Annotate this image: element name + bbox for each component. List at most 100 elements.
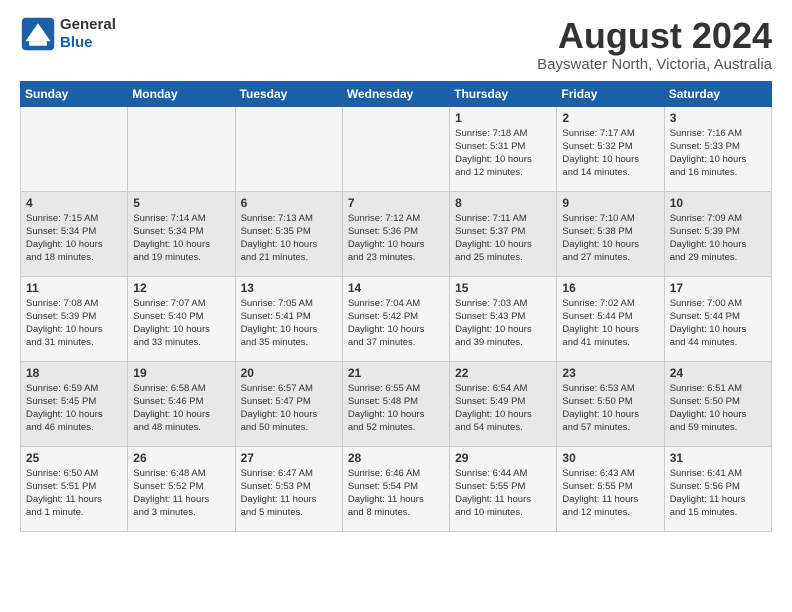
day-info: Sunrise: 7:03 AM Sunset: 5:43 PM Dayligh… — [455, 297, 551, 350]
logo-icon — [20, 16, 56, 52]
day-info: Sunrise: 7:08 AM Sunset: 5:39 PM Dayligh… — [26, 297, 122, 350]
calendar-cell: 9Sunrise: 7:10 AM Sunset: 5:38 PM Daylig… — [557, 191, 664, 276]
calendar-cell — [342, 106, 449, 191]
day-info: Sunrise: 7:13 AM Sunset: 5:35 PM Dayligh… — [241, 212, 337, 265]
title-area: August 2024 Bayswater North, Victoria, A… — [537, 16, 772, 73]
day-number: 19 — [133, 366, 229, 380]
calendar-cell: 22 Sunrise: 6:54 AM Sunset: 5:49 PM Dayli… — [450, 361, 557, 446]
calendar-cell: 1Sunrise: 7:18 AM Sunset: 5:31 PM Daylig… — [450, 106, 557, 191]
day-info: Sunrise: 7:18 AM Sunset: 5:31 PM Dayligh… — [455, 127, 551, 180]
day-info: Sunrise: 7:11 AM Sunset: 5:37 PM Dayligh… — [455, 212, 551, 265]
day-number: 15 — [455, 281, 551, 295]
calendar-cell: 5 Sunrise: 7:14 AM Sunset: 5:34 PM Daylig… — [128, 191, 235, 276]
day-info: Sunrise: 6:53 AM Sunset: 5:50 PM Dayligh… — [562, 382, 658, 435]
weekday-header-friday: Friday — [557, 81, 664, 106]
day-info: Sunrise: 7:00 AM Sunset: 5:44 PM Dayligh… — [670, 297, 766, 350]
day-info: Sunrise: 6:59 AM Sunset: 5:45 PM Dayligh… — [26, 382, 122, 435]
weekday-header-thursday: Thursday — [450, 81, 557, 106]
calendar-cell: 6 Sunrise: 7:13 AM Sunset: 5:35 PM Daylig… — [235, 191, 342, 276]
day-number: 31 — [670, 451, 766, 465]
day-number: 14 — [348, 281, 444, 295]
calendar-cell: 29 Sunrise: 6:44 AM Sunset: 5:55 PM Dayli… — [450, 446, 557, 531]
logo-text: General Blue — [60, 16, 116, 52]
calendar-week-2: 4 Sunrise: 7:15 AM Sunset: 5:34 PM Daylig… — [21, 191, 772, 276]
calendar-cell: 7 Sunrise: 7:12 AM Sunset: 5:36 PM Daylig… — [342, 191, 449, 276]
day-info: Sunrise: 6:55 AM Sunset: 5:48 PM Dayligh… — [348, 382, 444, 435]
calendar-cell: 31 Sunrise: 6:41 AM Sunset: 5:56 PM Dayli… — [664, 446, 771, 531]
calendar-week-3: 11 Sunrise: 7:08 AM Sunset: 5:39 PM Dayli… — [21, 276, 772, 361]
day-number: 23 — [562, 366, 658, 380]
day-info: Sunrise: 6:47 AM Sunset: 5:53 PM Dayligh… — [241, 467, 337, 520]
calendar-cell: 28Sunrise: 6:46 AM Sunset: 5:54 PM Dayli… — [342, 446, 449, 531]
day-info: Sunrise: 6:54 AM Sunset: 5:49 PM Dayligh… — [455, 382, 551, 435]
calendar-cell: 4 Sunrise: 7:15 AM Sunset: 5:34 PM Daylig… — [21, 191, 128, 276]
calendar-cell: 2Sunrise: 7:17 AM Sunset: 5:32 PM Daylig… — [557, 106, 664, 191]
calendar-week-1: 1Sunrise: 7:18 AM Sunset: 5:31 PM Daylig… — [21, 106, 772, 191]
day-number: 17 — [670, 281, 766, 295]
day-info: Sunrise: 7:04 AM Sunset: 5:42 PM Dayligh… — [348, 297, 444, 350]
day-info: Sunrise: 7:02 AM Sunset: 5:44 PM Dayligh… — [562, 297, 658, 350]
calendar-cell: 14 Sunrise: 7:04 AM Sunset: 5:42 PM Dayli… — [342, 276, 449, 361]
day-number: 9 — [562, 196, 658, 210]
day-number: 12 — [133, 281, 229, 295]
day-number: 20 — [241, 366, 337, 380]
day-info: Sunrise: 7:16 AM Sunset: 5:33 PM Dayligh… — [670, 127, 766, 180]
calendar-cell: 3Sunrise: 7:16 AM Sunset: 5:33 PM Daylig… — [664, 106, 771, 191]
day-info: Sunrise: 7:09 AM Sunset: 5:39 PM Dayligh… — [670, 212, 766, 265]
calendar-cell: 8 Sunrise: 7:11 AM Sunset: 5:37 PM Daylig… — [450, 191, 557, 276]
logo: General Blue — [20, 16, 116, 52]
day-info: Sunrise: 7:05 AM Sunset: 5:41 PM Dayligh… — [241, 297, 337, 350]
location-title: Bayswater North, Victoria, Australia — [537, 56, 772, 73]
day-number: 10 — [670, 196, 766, 210]
day-info: Sunrise: 7:15 AM Sunset: 5:34 PM Dayligh… — [26, 212, 122, 265]
day-info: Sunrise: 7:14 AM Sunset: 5:34 PM Dayligh… — [133, 212, 229, 265]
calendar-cell: 25 Sunrise: 6:50 AM Sunset: 5:51 PM Dayli… — [21, 446, 128, 531]
calendar-week-4: 18 Sunrise: 6:59 AM Sunset: 5:45 PM Dayli… — [21, 361, 772, 446]
calendar-cell — [235, 106, 342, 191]
day-number: 24 — [670, 366, 766, 380]
calendar-cell: 20 Sunrise: 6:57 AM Sunset: 5:47 PM Dayli… — [235, 361, 342, 446]
day-number: 7 — [348, 196, 444, 210]
weekday-header-sunday: Sunday — [21, 81, 128, 106]
day-info: Sunrise: 7:07 AM Sunset: 5:40 PM Dayligh… — [133, 297, 229, 350]
day-info: Sunrise: 6:50 AM Sunset: 5:51 PM Dayligh… — [26, 467, 122, 520]
day-info: Sunrise: 7:12 AM Sunset: 5:36 PM Dayligh… — [348, 212, 444, 265]
weekday-header-wednesday: Wednesday — [342, 81, 449, 106]
day-number: 8 — [455, 196, 551, 210]
day-number: 13 — [241, 281, 337, 295]
day-info: Sunrise: 6:48 AM Sunset: 5:52 PM Dayligh… — [133, 467, 229, 520]
day-info: Sunrise: 6:43 AM Sunset: 5:55 PM Dayligh… — [562, 467, 658, 520]
calendar-cell: 12 Sunrise: 7:07 AM Sunset: 5:40 PM Dayli… — [128, 276, 235, 361]
calendar-table: SundayMondayTuesdayWednesdayThursdayFrid… — [20, 81, 772, 532]
calendar-cell: 10 Sunrise: 7:09 AM Sunset: 5:39 PM Dayli… — [664, 191, 771, 276]
day-number: 21 — [348, 366, 444, 380]
day-number: 5 — [133, 196, 229, 210]
calendar-cell: 27Sunrise: 6:47 AM Sunset: 5:53 PM Dayli… — [235, 446, 342, 531]
day-info: Sunrise: 6:46 AM Sunset: 5:54 PM Dayligh… — [348, 467, 444, 520]
calendar-cell: 18 Sunrise: 6:59 AM Sunset: 5:45 PM Dayli… — [21, 361, 128, 446]
month-title: August 2024 — [537, 16, 772, 56]
calendar-cell: 15 Sunrise: 7:03 AM Sunset: 5:43 PM Dayli… — [450, 276, 557, 361]
calendar-cell: 24 Sunrise: 6:51 AM Sunset: 5:50 PM Dayli… — [664, 361, 771, 446]
day-info: Sunrise: 6:57 AM Sunset: 5:47 PM Dayligh… — [241, 382, 337, 435]
calendar-cell: 16 Sunrise: 7:02 AM Sunset: 5:44 PM Dayli… — [557, 276, 664, 361]
day-number: 25 — [26, 451, 122, 465]
day-info: Sunrise: 6:51 AM Sunset: 5:50 PM Dayligh… — [670, 382, 766, 435]
day-info: Sunrise: 6:41 AM Sunset: 5:56 PM Dayligh… — [670, 467, 766, 520]
calendar-week-5: 25 Sunrise: 6:50 AM Sunset: 5:51 PM Dayli… — [21, 446, 772, 531]
calendar-cell: 11 Sunrise: 7:08 AM Sunset: 5:39 PM Dayli… — [21, 276, 128, 361]
day-number: 16 — [562, 281, 658, 295]
day-number: 11 — [26, 281, 122, 295]
day-info: Sunrise: 6:44 AM Sunset: 5:55 PM Dayligh… — [455, 467, 551, 520]
day-number: 6 — [241, 196, 337, 210]
day-number: 29 — [455, 451, 551, 465]
day-number: 22 — [455, 366, 551, 380]
header: General Blue August 2024 Bayswater North… — [20, 16, 772, 73]
day-number: 18 — [26, 366, 122, 380]
weekday-header-saturday: Saturday — [664, 81, 771, 106]
day-number: 4 — [26, 196, 122, 210]
day-info: Sunrise: 6:58 AM Sunset: 5:46 PM Dayligh… — [133, 382, 229, 435]
calendar-cell: 19 Sunrise: 6:58 AM Sunset: 5:46 PM Dayli… — [128, 361, 235, 446]
weekday-header-monday: Monday — [128, 81, 235, 106]
calendar-cell: 26Sunrise: 6:48 AM Sunset: 5:52 PM Dayli… — [128, 446, 235, 531]
